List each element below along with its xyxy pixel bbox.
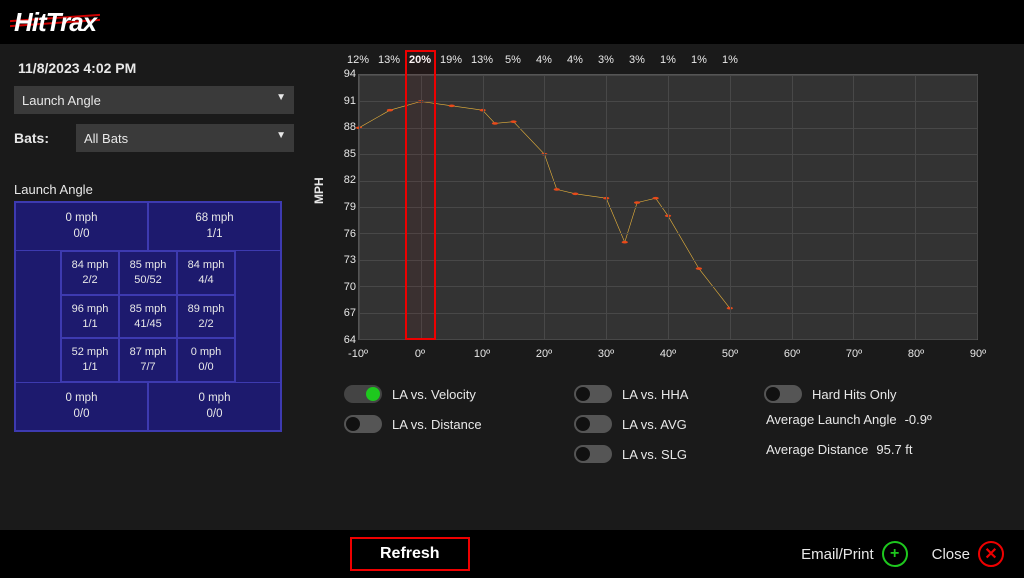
plot-area [358,74,978,340]
switch-icon [764,385,802,403]
toggle-la-distance[interactable]: LA vs. Distance [344,412,564,436]
zone-inner-7[interactable]: 52 mph1/1 [61,338,119,382]
refresh-button[interactable]: Refresh [350,537,470,571]
chart: 12%13%20%19%13%5%4%4%3%3%1%1%1% MPH 6467… [314,54,994,364]
close-icon: ✕ [978,541,1004,567]
zone-inner: 84 mph2/2 85 mph50/52 84 mph4/4 96 mph1/… [61,251,235,382]
zone-inner-5[interactable]: 85 mph41/45 [119,295,177,339]
logo: HitTrax [14,7,96,38]
zone-outer-left[interactable] [15,251,61,382]
zone-inner-2[interactable]: 85 mph50/52 [119,251,177,295]
email-print-button[interactable]: Email/Print+ [801,541,908,567]
x-ticks: -10º0º10º20º30º40º50º60º70º80º90º [358,344,978,364]
y-axis-label: MPH [312,177,326,204]
bats-select-wrap[interactable]: All Bats [76,124,294,152]
topbar: HitTrax [0,0,1024,44]
bats-select[interactable]: All Bats [76,124,294,152]
switch-icon [574,415,612,433]
switch-icon [344,385,382,403]
timestamp: 11/8/2023 4:02 PM [14,54,294,86]
y-ticks: 6467707376798285889194 [332,74,358,340]
bats-label: Bats: [14,130,66,146]
highlight-box [405,50,436,340]
zone-outer-br[interactable]: 0 mph0/0 [148,382,281,431]
zone-inner-4[interactable]: 96 mph1/1 [61,295,119,339]
zone-outer-tl[interactable]: 0 mph0/0 [15,202,148,251]
metric-select[interactable]: Launch Angle [14,86,294,114]
zone-outer-right[interactable] [235,251,281,382]
pct-labels: 12%13%20%19%13%5%4%4%3%3%1%1%1% [358,54,978,72]
toggle-la-hha[interactable]: LA vs. HHA [574,382,754,406]
toggle-hard-hits[interactable]: Hard Hits Only [764,382,994,406]
plus-icon: + [882,541,908,567]
zone-title: Launch Angle [14,182,294,197]
toggle-la-slg[interactable]: LA vs. SLG [574,442,754,466]
stat-avg-dist: Average Distance95.7 ft [766,442,994,466]
switch-icon [574,445,612,463]
zone-inner-3[interactable]: 84 mph4/4 [177,251,235,295]
logo-text: HitTrax [14,7,96,37]
zone-inner-6[interactable]: 89 mph2/2 [177,295,235,339]
zone-outer-tr[interactable]: 68 mph1/1 [148,202,281,251]
strike-zone: 0 mph0/0 68 mph1/1 84 mph2/2 85 mph50/52… [14,201,282,432]
footer: Refresh Email/Print+ Close✕ [0,530,1024,578]
zone-inner-9[interactable]: 0 mph0/0 [177,338,235,382]
zone-inner-1[interactable]: 84 mph2/2 [61,251,119,295]
toggle-grid: LA vs. Velocity LA vs. HHA Hard Hits Onl… [344,382,1010,466]
zone-outer-bl[interactable]: 0 mph0/0 [15,382,148,431]
right-panel: 12%13%20%19%13%5%4%4%3%3%1%1%1% MPH 6467… [314,54,1010,524]
switch-icon [574,385,612,403]
zone-inner-8[interactable]: 87 mph7/7 [119,338,177,382]
toggle-la-avg[interactable]: LA vs. AVG [574,412,754,436]
toggle-la-velocity[interactable]: LA vs. Velocity [344,382,564,406]
metric-select-wrap[interactable]: Launch Angle [14,86,294,114]
left-panel: 11/8/2023 4:02 PM Launch Angle Bats: All… [14,54,294,524]
stat-avg-la: Average Launch Angle-0.9º [766,412,994,436]
close-button[interactable]: Close✕ [932,541,1004,567]
switch-icon [344,415,382,433]
